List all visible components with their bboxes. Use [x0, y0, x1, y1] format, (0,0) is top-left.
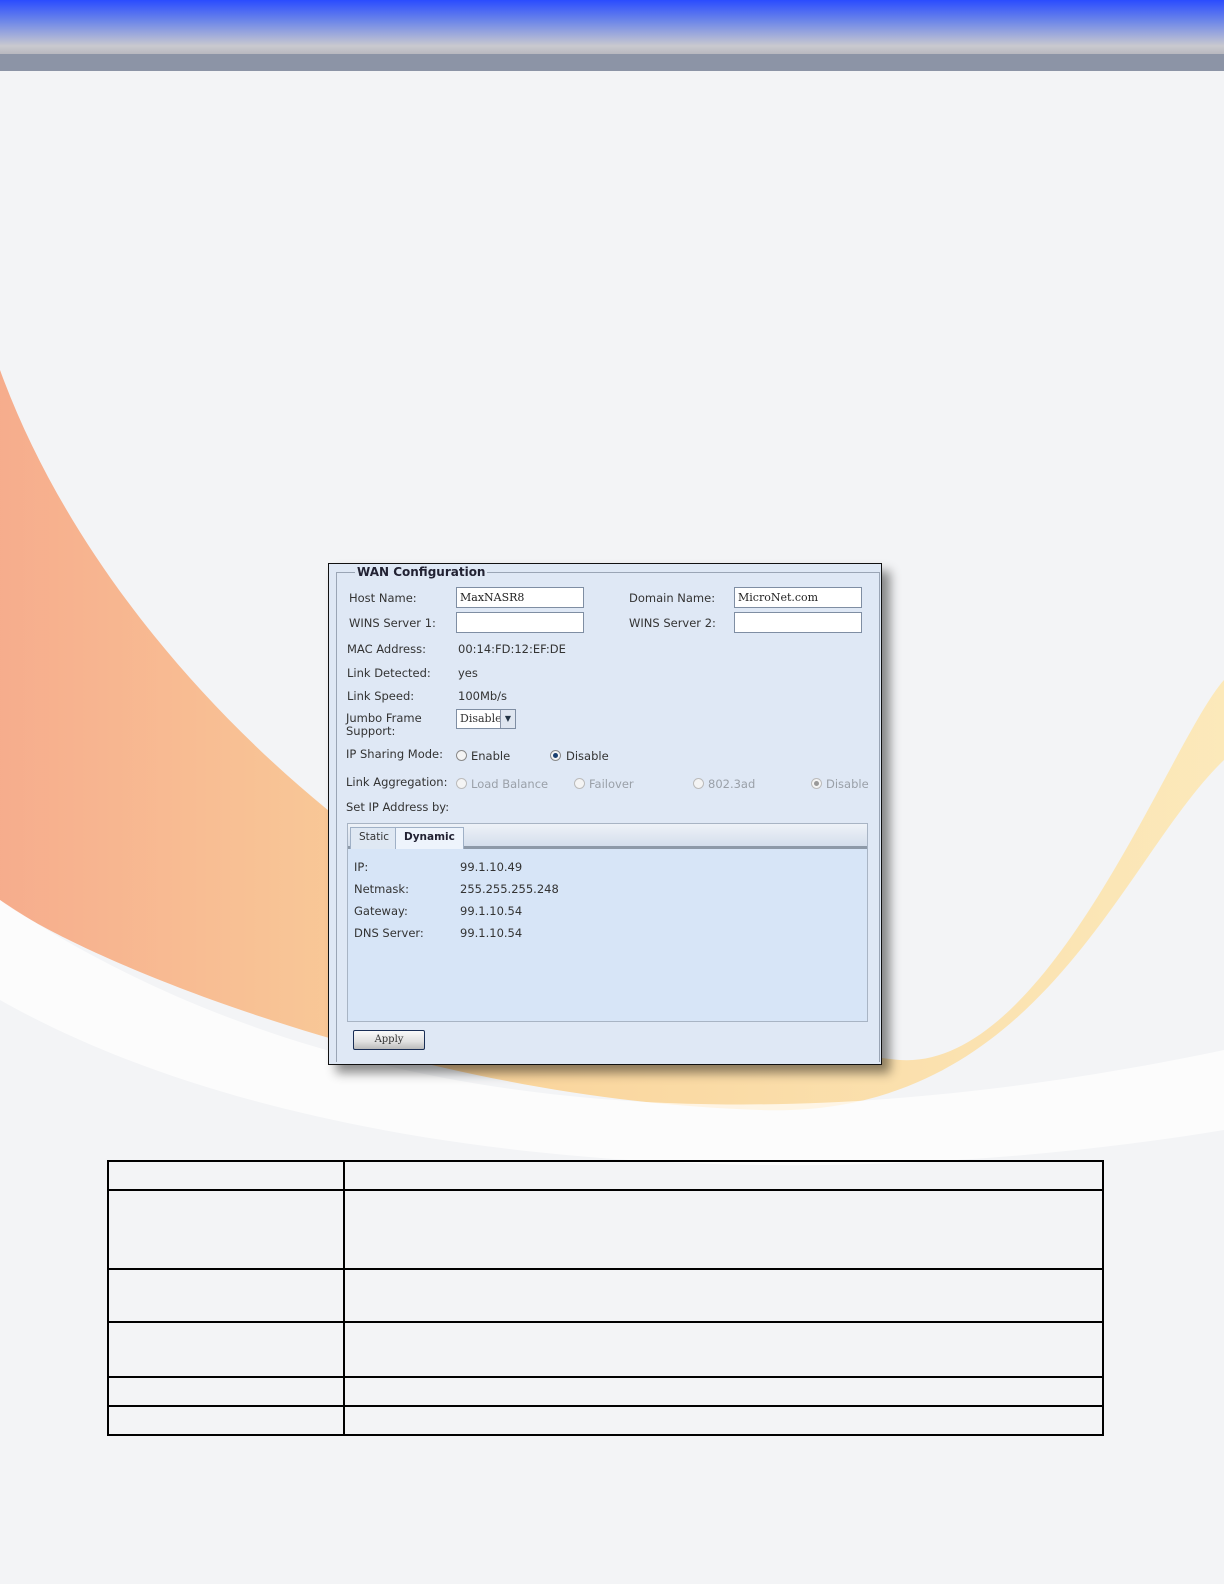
table-cell	[107, 1268, 345, 1323]
set-ip-label: Set IP Address by:	[346, 800, 450, 814]
table-cell	[343, 1268, 1104, 1323]
mac-value: 00:14:FD:12:EF:DE	[458, 642, 566, 656]
table-cell	[107, 1189, 345, 1270]
netmask-value: 255.255.255.248	[460, 882, 559, 896]
table-cell	[343, 1376, 1104, 1407]
gateway-label: Gateway:	[354, 904, 408, 918]
chevron-down-icon: ▼	[500, 710, 515, 728]
table-cell	[343, 1321, 1104, 1378]
link-detected-value: yes	[458, 666, 478, 680]
apply-button[interactable]: Apply	[353, 1030, 425, 1050]
jumbo-frame-select[interactable]: Disable ▼	[456, 709, 516, 729]
link-agg-load-balance-label: Load Balance	[471, 777, 549, 791]
jumbo-value: Disable	[460, 712, 502, 725]
link-agg-label: Link Aggregation:	[346, 775, 448, 789]
wan-configuration-panel: WAN Configuration Host Name: MaxNASR8 Do…	[328, 563, 882, 1065]
ip-sharing-enable-radio[interactable]	[456, 750, 467, 761]
wins1-input[interactable]	[456, 612, 584, 633]
table-row	[107, 1405, 1104, 1436]
header-strip	[0, 54, 1224, 71]
table-cell	[107, 1321, 345, 1378]
table-cell	[107, 1160, 345, 1191]
host-name-input[interactable]: MaxNASR8	[456, 587, 584, 608]
wins2-label: WINS Server 2:	[629, 616, 716, 630]
link-agg-failover-label: Failover	[589, 777, 634, 791]
table-cell	[343, 1189, 1104, 1270]
table-cell	[107, 1376, 345, 1407]
tab-static[interactable]: Static	[350, 827, 399, 849]
domain-name-label: Domain Name:	[629, 591, 716, 605]
header-bar	[0, 0, 1224, 54]
link-agg-8023ad-label: 802.3ad	[708, 777, 756, 791]
link-agg-failover-radio[interactable]	[574, 778, 585, 789]
domain-name-input[interactable]: MicroNet.com	[734, 587, 862, 608]
ip-sharing-enable-label: Enable	[471, 749, 511, 763]
ip-label: IP:	[354, 860, 369, 874]
table-row	[107, 1160, 1104, 1191]
jumbo-label: Jumbo Frame	[346, 711, 422, 725]
table-row	[107, 1376, 1104, 1407]
link-agg-disable-radio[interactable]	[811, 778, 822, 789]
table-row	[107, 1189, 1104, 1270]
panel-title: WAN Configuration	[355, 565, 488, 579]
ip-value: 99.1.10.49	[460, 860, 523, 874]
ip-tabs: Static Dynamic IP: 99.1.10.49 Netmask: 2…	[347, 823, 868, 1022]
tab-bar: Static Dynamic	[348, 824, 867, 849]
mac-label: MAC Address:	[347, 642, 426, 656]
table-row	[107, 1321, 1104, 1378]
wins2-input[interactable]	[734, 612, 862, 633]
netmask-label: Netmask:	[354, 882, 409, 896]
table-cell	[343, 1405, 1104, 1436]
ip-sharing-label: IP Sharing Mode:	[346, 747, 443, 761]
link-speed-value: 100Mb/s	[458, 689, 508, 703]
ip-sharing-disable-label: Disable	[566, 749, 609, 763]
host-name-label: Host Name:	[349, 591, 417, 605]
dns-value: 99.1.10.54	[460, 926, 523, 940]
ip-sharing-disable-radio[interactable]	[550, 750, 561, 761]
wins1-label: WINS Server 1:	[349, 616, 436, 630]
table-cell	[343, 1160, 1104, 1191]
tab-dynamic[interactable]: Dynamic	[395, 827, 464, 849]
jumbo-label-2: Support:	[346, 724, 396, 738]
link-speed-label: Link Speed:	[347, 689, 415, 703]
link-agg-disable-label: Disable	[826, 777, 869, 791]
table-row	[107, 1268, 1104, 1323]
link-detected-label: Link Detected:	[347, 666, 431, 680]
gateway-value: 99.1.10.54	[460, 904, 523, 918]
link-agg-load-balance-radio[interactable]	[456, 778, 467, 789]
dns-label: DNS Server:	[354, 926, 424, 940]
description-table	[107, 1160, 1104, 1436]
table-cell	[107, 1405, 345, 1436]
link-agg-8023ad-radio[interactable]	[693, 778, 704, 789]
